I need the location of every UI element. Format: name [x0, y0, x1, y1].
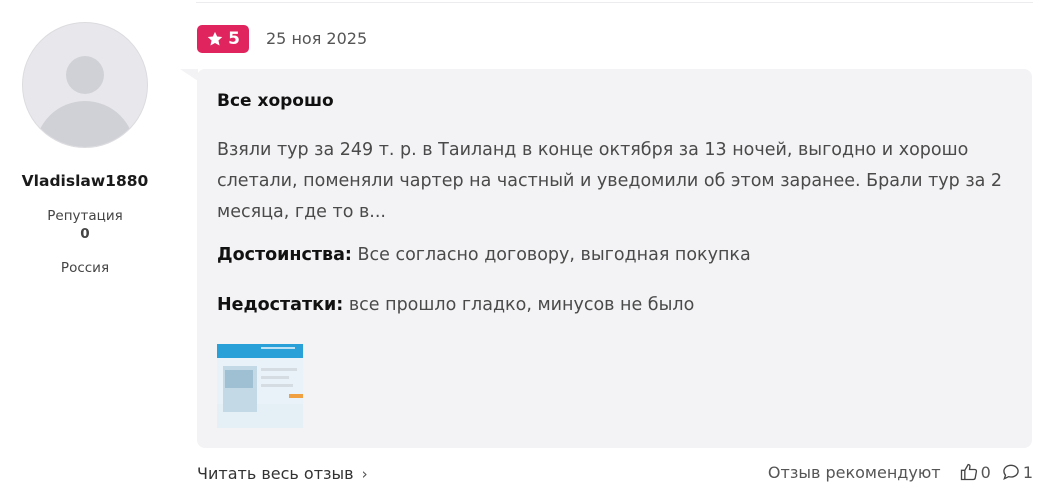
review-actions: Отзыв рекомендуют 0 1	[768, 462, 1033, 482]
recommend-label: Отзыв рекомендуют	[767, 462, 941, 482]
reputation-label: Репутация	[47, 208, 123, 224]
reputation-value: 0	[80, 226, 90, 242]
thumbs-up-icon	[960, 463, 977, 481]
thumb-text-line	[261, 376, 289, 379]
star-icon	[207, 31, 223, 46]
review-cons: Недостатки: все прошло гладко, минусов н…	[217, 295, 694, 315]
review-title: Все хорошо	[217, 91, 334, 111]
rating-badge: 5	[197, 25, 249, 53]
read-full-review-link[interactable]: Читать весь отзыв ›	[197, 464, 368, 483]
comments-count: 1	[1022, 462, 1033, 482]
chevron-right-icon: ›	[361, 464, 368, 483]
thumb-text-line	[261, 384, 293, 387]
review-card: Все хорошо Взяли тур за 249 т. р. в Таил…	[197, 69, 1032, 448]
thumb-orange-mark	[289, 394, 303, 398]
pros-text: Все согласно договору, выгодная покупка	[357, 245, 751, 265]
review-date: 25 ноя 2025	[266, 29, 368, 48]
review-pros: Достоинства: Все согласно договору, выго…	[217, 245, 751, 265]
avatar-body-shape	[35, 101, 135, 147]
rating-value: 5	[228, 29, 240, 49]
author-username[interactable]: Vladislaw1880	[10, 172, 160, 190]
top-divider	[196, 2, 1033, 3]
review-photo-thumbnail[interactable]	[217, 344, 303, 428]
author-country: Россия	[60, 260, 110, 276]
avatar-head-shape	[66, 56, 104, 94]
thumb-header-line	[261, 347, 295, 349]
review-text: Взяли тур за 249 т. р. в Таиланд в конце…	[217, 140, 1003, 222]
card-tail	[180, 69, 198, 81]
author-panel: Vladislaw1880 Репутация 0 Россия	[10, 22, 160, 276]
comment-icon	[1003, 464, 1019, 480]
thumb-panel-inner	[225, 370, 253, 388]
cons-text: все прошло гладко, минусов не было	[348, 295, 695, 315]
comment-button[interactable]: 1	[1001, 462, 1033, 482]
likes-count: 0	[980, 462, 991, 482]
like-button[interactable]: 0	[959, 462, 991, 482]
avatar[interactable]	[22, 22, 148, 148]
read-full-review-label: Читать весь отзыв	[197, 464, 354, 483]
cons-label: Недостатки:	[217, 295, 344, 315]
thumb-text-line	[261, 368, 297, 371]
pros-label: Достоинства:	[217, 245, 352, 265]
